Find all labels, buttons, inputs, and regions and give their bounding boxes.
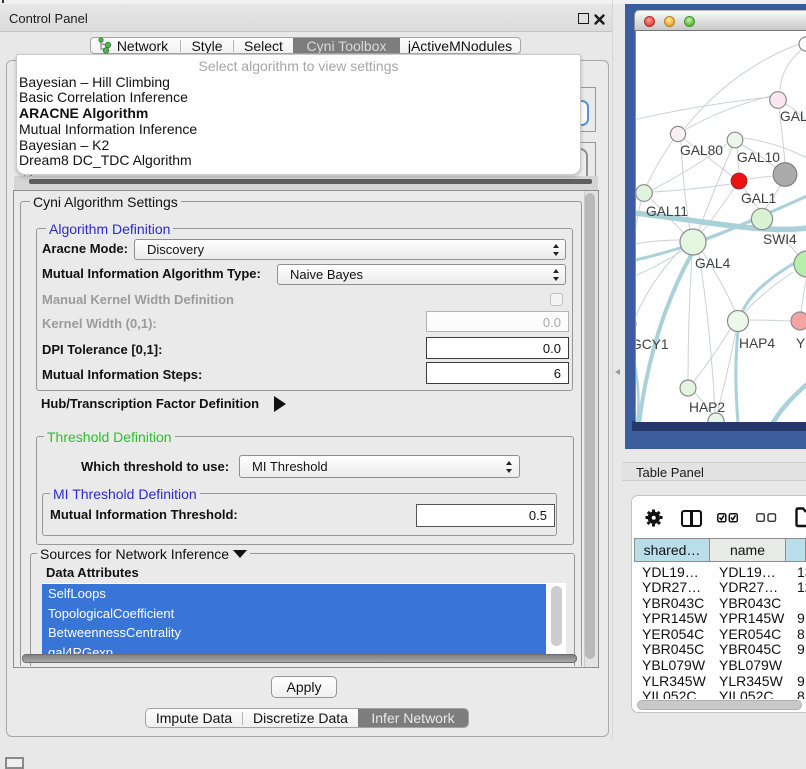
svg-text:GAL4: GAL4 bbox=[695, 256, 731, 271]
svg-text:GCY1: GCY1 bbox=[636, 337, 669, 352]
svg-text:Y: Y bbox=[796, 336, 805, 351]
svg-text:GAL11: GAL11 bbox=[646, 204, 688, 219]
svg-text:GAL10: GAL10 bbox=[737, 150, 780, 165]
svg-text:GAL7: GAL7 bbox=[780, 109, 806, 124]
svg-text:GAL1: GAL1 bbox=[741, 191, 776, 206]
svg-text:HAP2: HAP2 bbox=[689, 400, 725, 415]
svg-text:HAP4: HAP4 bbox=[739, 336, 775, 351]
svg-text:GAL80: GAL80 bbox=[680, 143, 723, 158]
svg-text:SWI4: SWI4 bbox=[763, 232, 797, 247]
